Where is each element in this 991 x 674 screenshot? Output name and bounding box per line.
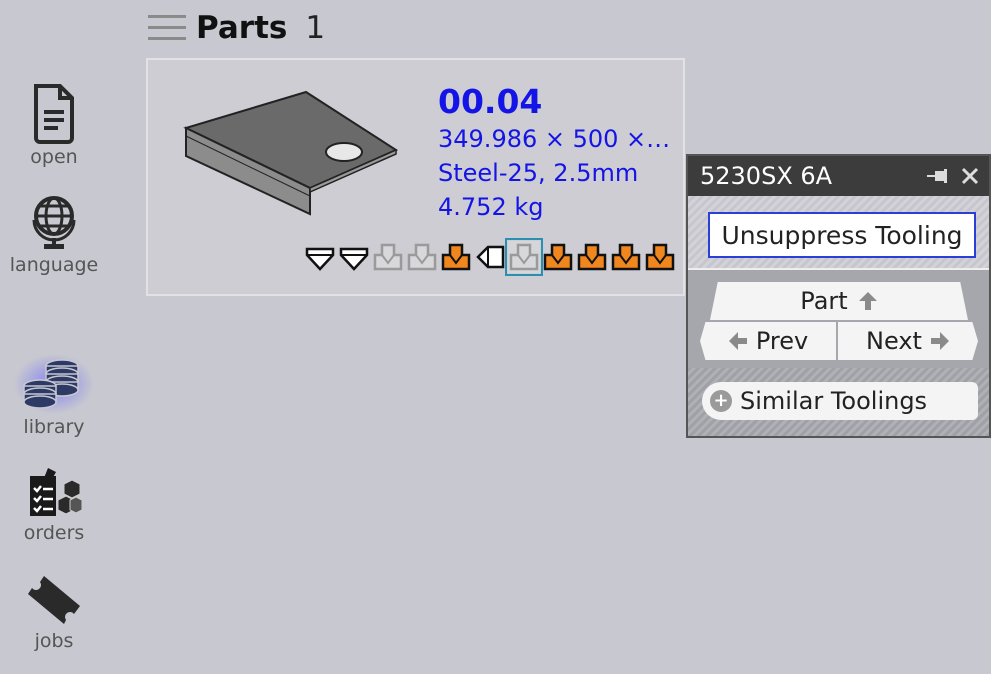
part-card[interactable]: 00.04 349.986 × 500 ×… Steel-25, 2.5mm 4… — [146, 58, 685, 296]
tooling-panel: 5230SX 6A Unsuppress Tooling Part Prev N… — [686, 154, 991, 438]
die-grey-icon[interactable] — [505, 238, 543, 276]
page-title: Parts — [196, 10, 288, 46]
hamburger-menu-icon[interactable] — [148, 13, 186, 43]
prev-button[interactable]: Prev — [700, 322, 836, 360]
sidebar-item-label: language — [9, 254, 99, 276]
similar-toolings-label: Similar Toolings — [740, 387, 928, 415]
punch-white-icon[interactable] — [338, 241, 370, 273]
sidebar-item-open[interactable]: open — [0, 82, 108, 168]
sidebar-item-orders[interactable]: orders — [0, 466, 108, 544]
sidebar: open language library orders jobs — [0, 0, 108, 674]
panel-section-similar: + Similar Toolings — [688, 368, 989, 436]
arrow-left-icon — [728, 332, 747, 350]
panel-title: 5230SX 6A — [700, 162, 833, 190]
page-header: Parts 1 — [148, 6, 325, 50]
tooling-strip — [304, 238, 676, 276]
sidebar-item-label: open — [30, 146, 78, 168]
part-info: 00.04 349.986 × 500 ×… Steel-25, 2.5mm 4… — [438, 82, 670, 224]
sidebar-item-label: jobs — [34, 630, 74, 652]
panel-section-navigation: Part Prev Next — [688, 268, 989, 368]
part-thumbnail — [183, 90, 398, 216]
coins-stack-icon — [14, 354, 94, 414]
panel-section-unsuppress: Unsuppress Tooling — [688, 196, 989, 268]
panel-header: 5230SX 6A — [688, 156, 989, 196]
die-orange-icon[interactable] — [542, 241, 574, 273]
die-grey-icon[interactable] — [406, 241, 438, 273]
pin-icon[interactable] — [927, 168, 951, 184]
ticket-icon — [28, 576, 80, 624]
sidebar-item-jobs[interactable]: jobs — [0, 572, 108, 652]
document-icon — [34, 84, 74, 144]
similar-toolings-button[interactable]: + Similar Toolings — [702, 382, 978, 420]
part-weight: 4.752 kg — [438, 193, 544, 221]
die-orange-icon[interactable] — [576, 241, 608, 273]
unsuppress-tooling-button[interactable]: Unsuppress Tooling — [708, 212, 976, 258]
arrow-up-icon — [858, 292, 877, 310]
sidebar-item-language[interactable]: language — [0, 192, 108, 276]
part-name: 00.04 — [438, 82, 543, 121]
close-icon[interactable] — [961, 167, 979, 185]
side-tool-white-icon[interactable] — [474, 241, 506, 273]
punch-white-icon[interactable] — [304, 241, 336, 273]
plus-circle-icon: + — [710, 390, 732, 412]
sidebar-item-label: library — [23, 416, 85, 438]
part-dimensions: 349.986 × 500 ×… — [438, 125, 671, 153]
arrow-right-icon — [930, 332, 949, 350]
next-button[interactable]: Next — [838, 322, 978, 360]
clipboard-boxes-icon — [30, 468, 82, 516]
next-label: Next — [866, 327, 922, 355]
part-up-label: Part — [800, 287, 848, 315]
part-up-button[interactable]: Part — [710, 282, 968, 320]
part-material: Steel-25, 2.5mm — [438, 159, 639, 187]
die-orange-icon[interactable] — [644, 241, 676, 273]
die-orange-icon[interactable] — [610, 241, 642, 273]
globe-icon — [32, 196, 76, 249]
die-grey-icon[interactable] — [372, 241, 404, 273]
prev-label: Prev — [755, 327, 809, 355]
die-orange-icon[interactable] — [440, 241, 472, 273]
parts-count: 1 — [305, 10, 326, 46]
sidebar-item-label: orders — [23, 522, 85, 544]
sidebar-item-library[interactable]: library — [0, 352, 108, 438]
